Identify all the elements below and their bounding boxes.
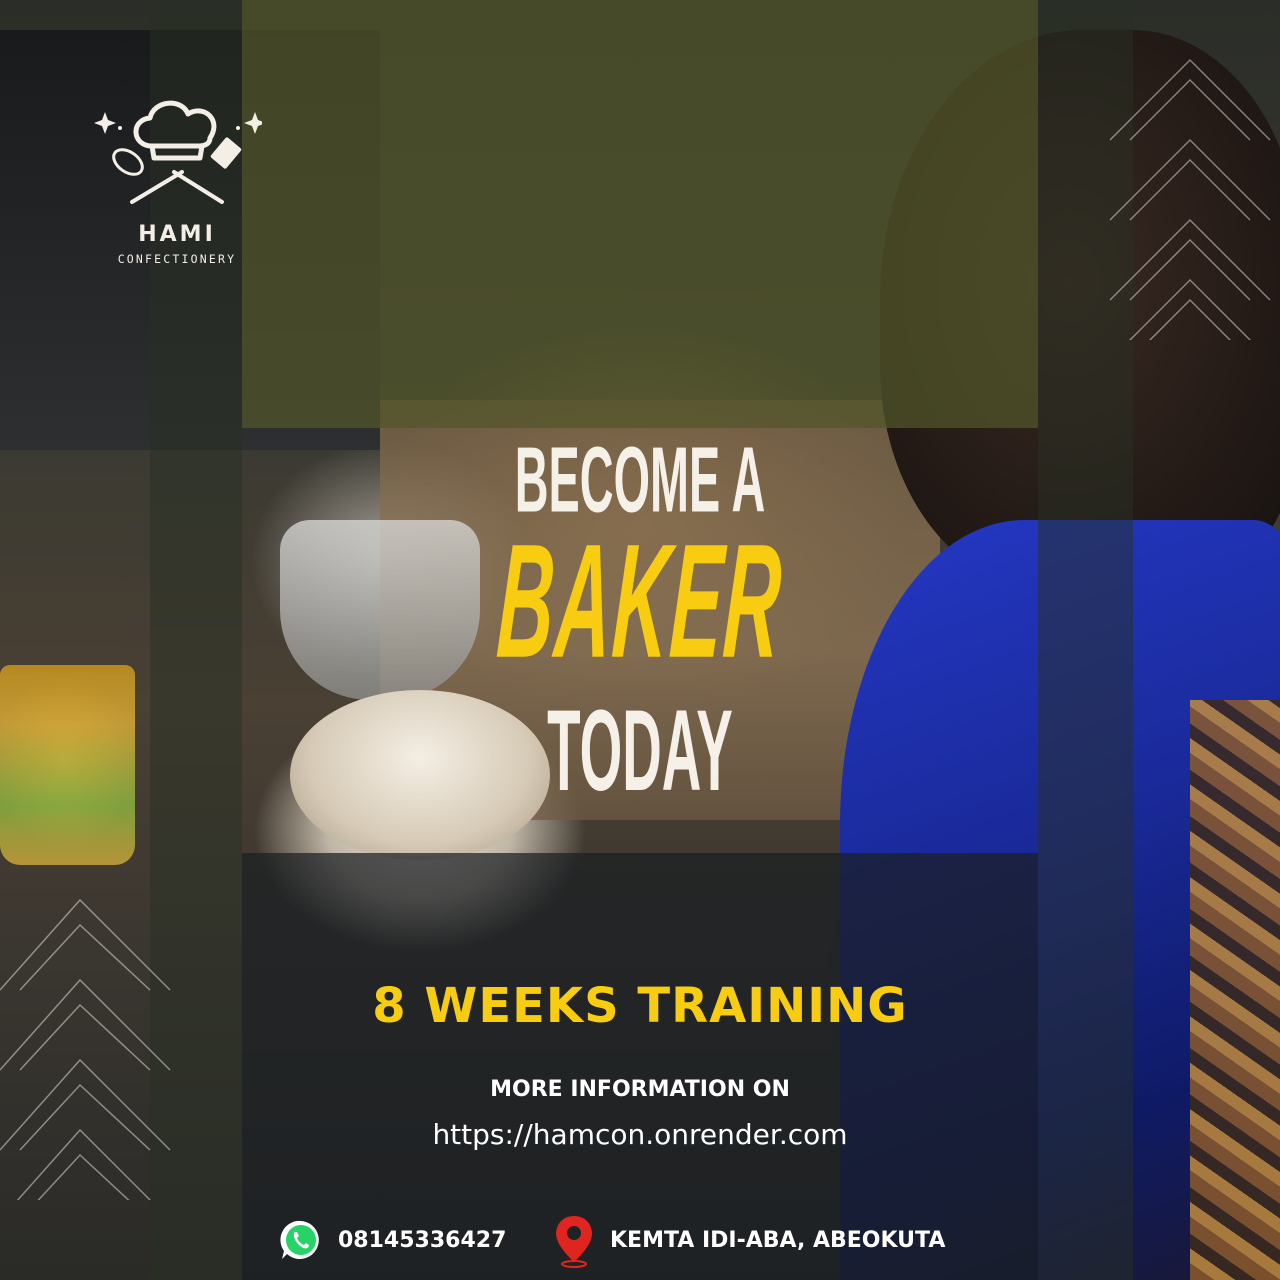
brand-tagline: CONFECTIONERY [117,252,237,266]
background-fabric [1190,700,1280,1280]
chevron-decoration-bottom-left [0,898,171,1200]
training-duration: 8 WEEKS TRAINING [372,978,908,1034]
whatsapp-icon [280,1220,319,1259]
location-text: KEMTA IDI-ABA, ABEOKUTA [610,1227,946,1253]
background-tub [0,665,135,865]
contact-location[interactable]: KEMTA IDI-ABA, ABEOKUTA [552,1216,946,1268]
flyer-canvas: HAMI CONFECTIONERY BECOME A BAKER TODAY … [0,0,1280,1280]
brand-logo: HAMI CONFECTIONERY [92,90,266,280]
chevron-decoration-top-right [1109,58,1271,340]
map-pin-icon [556,1216,592,1268]
headline-line-2: BAKER [493,509,787,692]
website-url[interactable]: https://hamcon.onrender.com [240,1118,1040,1151]
contact-phone[interactable]: 08145336427 [278,1220,506,1260]
chef-hat-icon [94,100,266,204]
overlay-panel-bottom [242,853,1038,1280]
more-info-label: MORE INFORMATION ON [490,1077,790,1102]
brand-name: HAMI [138,222,216,247]
background-mixer-bowl [280,520,480,700]
overlay-panel-top [242,0,1038,428]
headline-line-3: TODAY [547,686,733,815]
phone-number: 08145336427 [338,1227,507,1253]
